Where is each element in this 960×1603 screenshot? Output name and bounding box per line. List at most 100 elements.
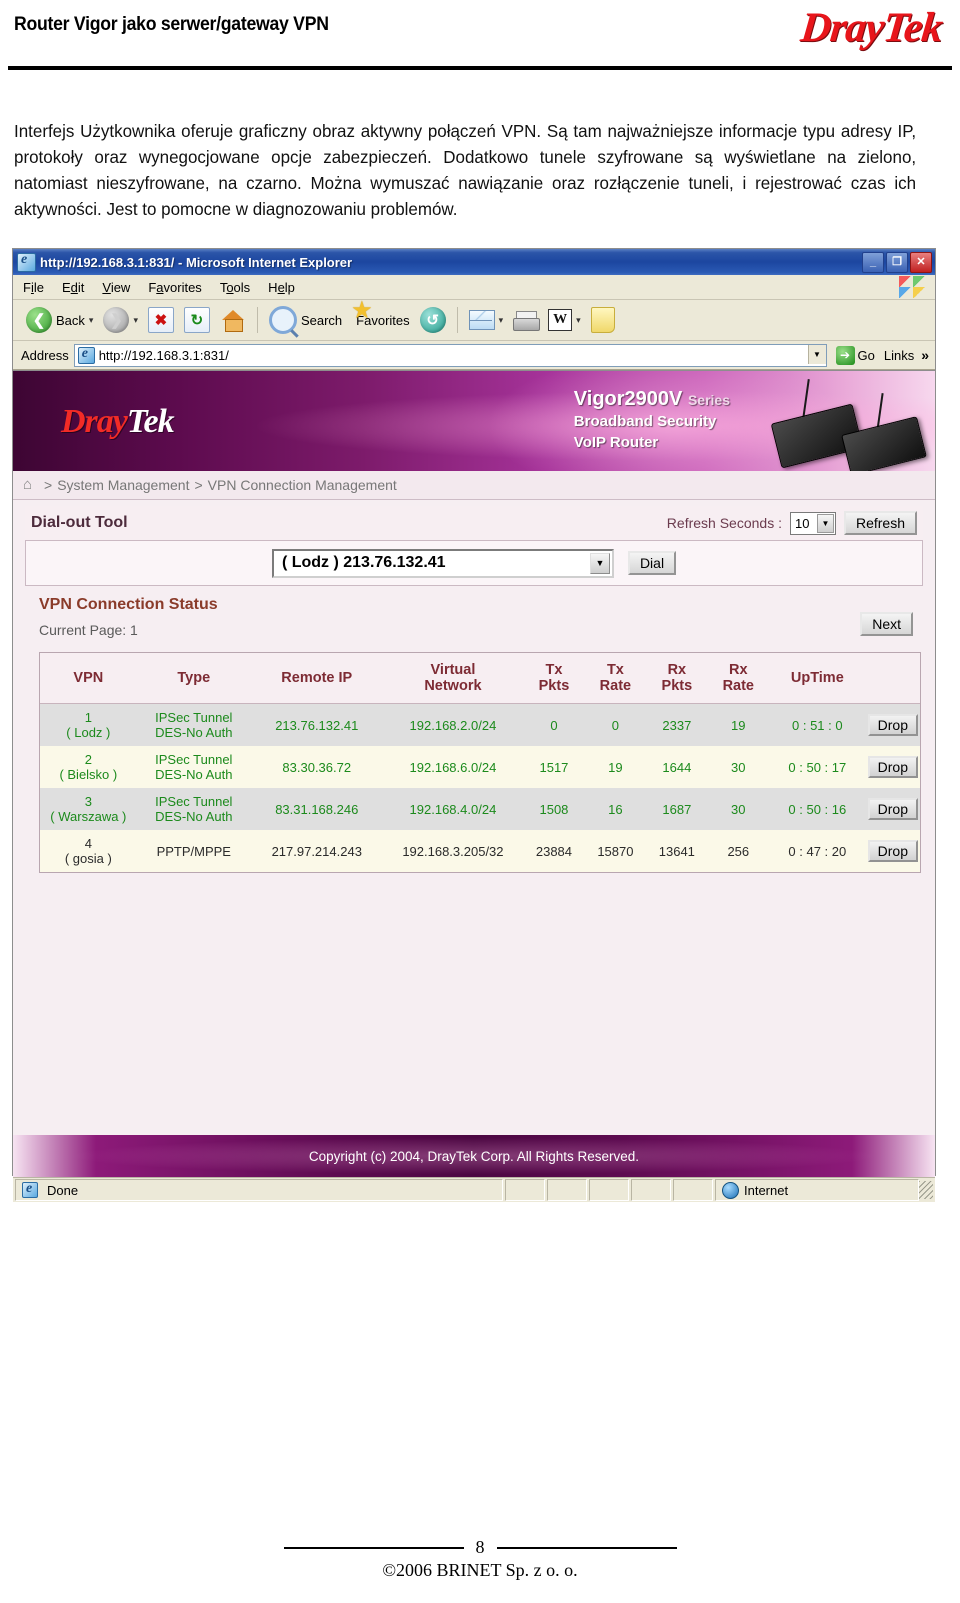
col-tx-pkts: Tx Pkts bbox=[523, 653, 585, 704]
cell-remote-ip: 217.97.214.243 bbox=[271, 843, 362, 859]
cell-tx-pkts: 0 bbox=[550, 717, 558, 733]
status-pane-2 bbox=[547, 1179, 587, 1201]
drop-button[interactable]: Drop bbox=[867, 756, 918, 778]
router-copyright-bar: Copyright (c) 2004, DrayTek Corp. All Ri… bbox=[13, 1135, 935, 1177]
cell-action: Drop bbox=[866, 746, 920, 788]
router-banner: DrayTek Vigor2900V Series Broadband Secu… bbox=[13, 371, 935, 471]
mail-icon bbox=[468, 310, 495, 330]
favorites-button[interactable]: Favorites bbox=[347, 303, 414, 337]
banner-logo-tek: Tek bbox=[126, 403, 175, 440]
cell-virtual-network: 192.168.4.0/24 bbox=[409, 801, 497, 817]
col-rx-rate: Rx Rate bbox=[707, 653, 769, 704]
magnifier-icon bbox=[268, 306, 297, 334]
refresh-button[interactable]: Refresh bbox=[843, 511, 917, 535]
col-virtual-network: Virtual Network bbox=[382, 653, 524, 704]
security-zone-pane[interactable]: Internet bbox=[715, 1179, 919, 1201]
drop-button[interactable]: Drop bbox=[867, 714, 918, 736]
status-pane-4 bbox=[631, 1179, 671, 1201]
menu-help[interactable]: Help bbox=[268, 280, 295, 295]
chevron-down-icon[interactable]: ▼ bbox=[816, 513, 834, 533]
maximize-button[interactable]: ❐ bbox=[886, 252, 908, 273]
refresh-seconds-value: 10 bbox=[794, 515, 810, 531]
cell-vpn-index: 3( Warszawa ) bbox=[50, 794, 127, 824]
breadcrumb-item-vpn-connection-management[interactable]: VPN Connection Management bbox=[208, 477, 397, 493]
table-row: 3( Warszawa ) IPSec Tunnel DES-No Auth 83… bbox=[40, 788, 920, 830]
status-pane-3 bbox=[589, 1179, 629, 1201]
dial-profile-select[interactable]: ( Lodz ) 213.76.132.41 ▼ bbox=[271, 548, 614, 578]
links-button[interactable]: Links bbox=[884, 348, 916, 363]
header-divider bbox=[8, 66, 952, 70]
footer-rule-left bbox=[283, 1546, 464, 1549]
draytek-logo: DrayTek bbox=[799, 4, 945, 52]
banner-line-2: Broadband Security bbox=[573, 413, 717, 430]
menu-tools[interactable]: Tools bbox=[220, 280, 250, 295]
menu-view[interactable]: View bbox=[102, 280, 130, 295]
window-controls: _ ❐ ✕ bbox=[862, 252, 932, 273]
forward-dropdown-icon[interactable]: ▾ bbox=[133, 315, 138, 326]
mail-dropdown-icon[interactable]: ▾ bbox=[499, 315, 504, 326]
cell-action: Drop bbox=[866, 704, 920, 747]
edit-word-button[interactable]: W ▾ bbox=[543, 303, 586, 337]
next-page-button[interactable]: Next bbox=[860, 612, 913, 636]
breadcrumb-sep-1: > bbox=[44, 477, 53, 493]
drop-button[interactable]: Drop bbox=[867, 798, 918, 820]
refresh-button[interactable]: ↻ bbox=[179, 303, 215, 337]
home-icon[interactable]: ⌂ bbox=[23, 477, 39, 492]
antenna-icon-1 bbox=[802, 379, 810, 419]
close-button[interactable]: ✕ bbox=[910, 252, 932, 273]
cell-tx-pkts: 23884 bbox=[535, 843, 573, 859]
table-row: 1( Lodz ) IPSec Tunnel DES-No Auth 213.76… bbox=[40, 703, 920, 747]
mail-button[interactable]: ▾ bbox=[464, 303, 509, 337]
refresh-seconds-select[interactable]: 10 ▼ bbox=[789, 511, 836, 535]
drop-button[interactable]: Drop bbox=[867, 840, 918, 862]
cell-uptime: 0 : 47 : 20 bbox=[788, 843, 847, 859]
breadcrumb: ⌂ > System Management > VPN Connection M… bbox=[13, 471, 935, 500]
chevron-down-icon[interactable]: ▼ bbox=[589, 552, 610, 574]
resize-grip[interactable] bbox=[919, 1181, 933, 1199]
home-button[interactable] bbox=[215, 303, 251, 337]
refresh-controls: Refresh Seconds : 10 ▼ Refresh bbox=[667, 511, 917, 535]
breadcrumb-item-system-management[interactable]: System Management bbox=[57, 477, 189, 493]
cell-rx-pkts: 1687 bbox=[662, 801, 692, 817]
banner-logo-dray: Dray bbox=[61, 403, 128, 440]
menu-edit[interactable]: Edit bbox=[62, 280, 84, 295]
forward-button[interactable]: ❯ ▾ bbox=[98, 303, 143, 337]
router-web-page: DrayTek Vigor2900V Series Broadband Secu… bbox=[13, 370, 935, 1177]
word-dropdown-icon[interactable]: ▾ bbox=[576, 315, 581, 326]
col-type: Type bbox=[136, 653, 251, 704]
search-button[interactable]: Search bbox=[264, 303, 347, 337]
cell-tx-rate: 16 bbox=[608, 801, 623, 817]
go-button[interactable]: ➔ Go bbox=[832, 345, 879, 365]
cell-tx-rate: 15870 bbox=[597, 843, 634, 859]
minimize-button[interactable]: _ bbox=[862, 252, 884, 273]
print-button[interactable] bbox=[508, 303, 543, 337]
address-input[interactable]: http://192.168.3.1:831/ ▼ bbox=[73, 343, 827, 367]
banner-model-name: Vigor2900V bbox=[573, 388, 683, 410]
go-arrow-icon: ➔ bbox=[835, 345, 855, 365]
back-dropdown-icon[interactable]: ▾ bbox=[89, 315, 94, 326]
cell-remote-ip: 213.76.132.41 bbox=[275, 717, 359, 733]
current-page-label: Current Page: 1 bbox=[39, 622, 138, 638]
cell-type: IPSec Tunnel DES-No Auth bbox=[155, 794, 233, 824]
cell-remote-ip: 83.31.168.246 bbox=[275, 801, 359, 817]
page-icon bbox=[22, 1181, 38, 1198]
browser-toolbar: ❮ Back ▾ ❯ ▾ ✖ ↻ Search Favorites ↺ ▾ W … bbox=[13, 300, 935, 341]
menu-file[interactable]: File bbox=[23, 280, 44, 295]
stop-button[interactable]: ✖ bbox=[143, 303, 179, 337]
history-button[interactable]: ↺ bbox=[415, 303, 451, 337]
intro-paragraph: Interfejs Użytkownika oferuje graficzny … bbox=[14, 121, 917, 219]
dial-out-header: Dial-out Tool Refresh Seconds : 10 ▼ Ref… bbox=[25, 506, 923, 540]
internet-explorer-icon bbox=[17, 252, 36, 272]
status-pane-5 bbox=[673, 1179, 713, 1201]
cell-rx-rate: 19 bbox=[731, 717, 746, 733]
back-button[interactable]: ❮ Back ▾ bbox=[21, 303, 98, 337]
menu-favorites[interactable]: Favorites bbox=[148, 280, 201, 295]
chevron-right-icon[interactable]: » bbox=[921, 347, 935, 363]
dial-button[interactable]: Dial bbox=[627, 551, 677, 575]
address-dropdown-icon[interactable]: ▼ bbox=[807, 344, 826, 364]
cell-action: Drop bbox=[866, 830, 920, 872]
globe-icon bbox=[722, 1181, 739, 1199]
history-icon: ↺ bbox=[419, 307, 446, 333]
dial-out-title: Dial-out Tool bbox=[31, 514, 128, 531]
notes-button[interactable] bbox=[586, 303, 620, 337]
